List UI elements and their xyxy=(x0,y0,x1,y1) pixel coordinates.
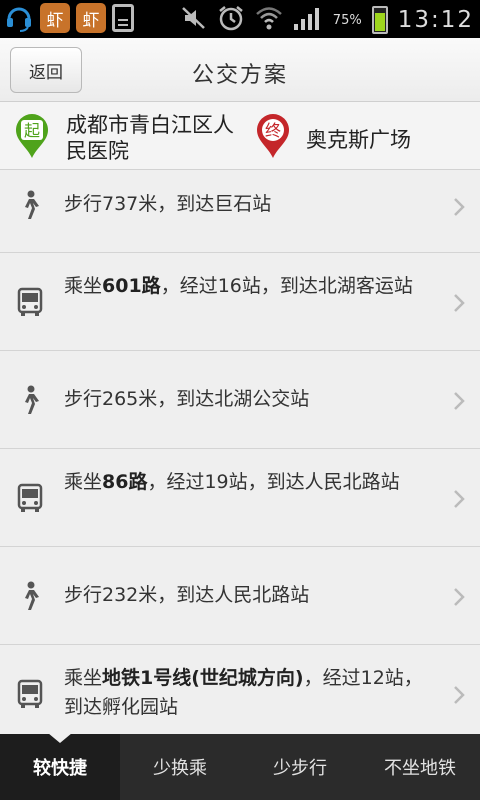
step-description: 乘坐86路，经过19站，到达人民北路站 xyxy=(64,471,400,493)
bus-icon xyxy=(16,483,44,513)
wifi-icon xyxy=(255,5,283,35)
shrimp-app-icon-2: 虾 xyxy=(76,3,106,33)
list-item[interactable]: 乘坐地铁1号线(世纪城方向)，经过12站，到达孵化园站 xyxy=(0,645,480,734)
step-description: 乘坐地铁1号线(世纪城方向)，经过12站，到达孵化园站 xyxy=(64,667,423,718)
start-pin-icon: 起 xyxy=(13,113,51,159)
chevron-right-icon xyxy=(452,488,466,510)
chevron-right-icon xyxy=(452,586,466,608)
step-description: 步行232米，到达人民北路站 xyxy=(64,584,310,606)
bus-icon xyxy=(16,287,44,317)
tab-less-walking[interactable]: 少步行 xyxy=(240,734,360,800)
title-bar: 返回 公交方案 xyxy=(0,38,480,102)
signal-icon xyxy=(293,5,323,35)
list-item[interactable]: 乘坐601路，经过16站，到达北湖客运站 xyxy=(0,253,480,351)
route-name: 601路 xyxy=(102,275,161,297)
end-pin-icon: 终 xyxy=(254,113,292,159)
chevron-right-icon xyxy=(452,196,466,218)
route-step-list[interactable]: 步行737米，到达巨石站 乘坐601路，经过16站，到达北湖客运站 步行265米… xyxy=(0,170,480,734)
start-badge: 起 xyxy=(24,121,40,140)
bus-icon xyxy=(16,679,44,709)
start-location: 成都市青白江区人民医院 xyxy=(66,113,234,163)
list-item[interactable]: 步行737米，到达巨石站 xyxy=(0,170,480,253)
list-item[interactable]: 步行265米，到达北湖公交站 xyxy=(0,351,480,449)
tab-fastest[interactable]: 较快捷 xyxy=(0,733,120,800)
plan-filter-tabs: 较快捷 少换乘 少步行 不坐地铁 xyxy=(0,733,480,800)
chevron-right-icon xyxy=(452,684,466,706)
step-description: 乘坐601路，经过16站，到达北湖客运站 xyxy=(64,275,413,297)
route-summary: 起 成都市青白江区人民医院 终 奥克斯广场 xyxy=(0,102,480,170)
shrimp-app-icon: 虾 xyxy=(40,3,70,33)
end-badge: 终 xyxy=(265,121,281,140)
alarm-clock-icon xyxy=(217,4,245,36)
step-description: 步行737米，到达巨石站 xyxy=(64,193,272,215)
route-name: 86路 xyxy=(102,471,148,493)
status-bar: 虾 虾 75% 13:12 xyxy=(0,0,480,38)
list-item[interactable]: 步行232米，到达人民北路站 xyxy=(0,547,480,645)
list-item[interactable]: 乘坐86路，经过19站，到达人民北路站 xyxy=(0,449,480,547)
chevron-right-icon xyxy=(452,292,466,314)
page-title: 公交方案 xyxy=(191,63,288,88)
battery-percent: 75% xyxy=(332,12,362,28)
sd-card-icon xyxy=(112,4,134,32)
walk-icon xyxy=(16,581,44,611)
walk-icon xyxy=(16,190,44,220)
mute-icon xyxy=(181,5,207,35)
chevron-right-icon xyxy=(452,390,466,412)
step-description: 步行265米，到达北湖公交站 xyxy=(64,388,310,410)
headset-icon xyxy=(4,3,34,33)
tab-no-subway[interactable]: 不坐地铁 xyxy=(360,734,480,800)
battery-icon xyxy=(371,6,388,34)
route-name: 地铁1号线(世纪城方向) xyxy=(102,667,304,689)
clock-time: 13:12 xyxy=(397,7,474,33)
walk-icon xyxy=(16,385,44,415)
tab-fewer-transfers[interactable]: 少换乘 xyxy=(120,734,240,800)
end-location: 奥克斯广场 xyxy=(306,128,411,152)
